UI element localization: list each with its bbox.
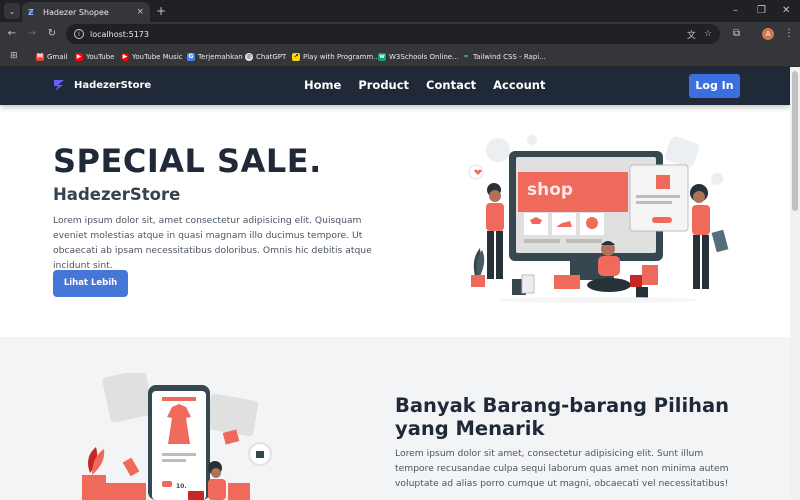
bookmark-label: Tailwind CSS - Rapi... xyxy=(473,52,546,61)
browser-menu-icon[interactable]: ⋮ xyxy=(784,27,794,41)
section-title: Banyak Barang-barang Pilihan yang Menari… xyxy=(395,394,730,440)
bookmark-star-icon[interactable]: ☆ xyxy=(704,29,712,39)
vite-favicon-icon: Ƶ xyxy=(28,7,34,17)
back-icon[interactable]: ← xyxy=(5,27,19,41)
bookmark-label: W3Schools Online... xyxy=(389,52,459,61)
bookmark-w3schools[interactable]: w W3Schools Online... xyxy=(378,51,459,62)
bookmark-terjemahkan[interactable]: G Terjemahkan xyxy=(187,51,243,62)
mobile-shopping-illustration: 10. xyxy=(82,373,272,500)
bookmark-play-programming[interactable]: ↗ Play with Programm... xyxy=(292,51,380,62)
window-close-icon[interactable]: ✕ xyxy=(782,4,790,18)
page-viewport: HadezerStore Home Product Contact Accoun… xyxy=(0,67,800,500)
bookmark-label: ChatGPT xyxy=(256,52,287,61)
featured-section: 10. Banyak Barang-barang Pilihan yang Me… xyxy=(0,337,790,500)
bookmark-youtube-music[interactable]: ▶ YouTube Music xyxy=(121,51,183,62)
bookmark-gmail[interactable]: M Gmail xyxy=(36,51,67,62)
extensions-icon[interactable]: ⧉ xyxy=(733,27,740,41)
url-text[interactable]: localhost:5173 xyxy=(90,30,679,39)
brand-name: HadezerStore xyxy=(74,79,152,91)
bookmark-youtube[interactable]: ▶ YouTube xyxy=(75,51,114,62)
translate-page-icon[interactable]: 文 xyxy=(687,28,696,41)
youtube-icon: ▶ xyxy=(75,52,83,61)
profile-avatar[interactable]: A xyxy=(762,28,774,40)
site-info-icon[interactable]: i xyxy=(74,29,84,39)
bookmark-chatgpt[interactable]: ◎ ChatGPT xyxy=(245,51,286,62)
address-bar[interactable]: i localhost:5173 文 ☆ xyxy=(66,24,720,44)
nav-contact[interactable]: Contact xyxy=(426,78,476,92)
site-logo[interactable]: HadezerStore xyxy=(52,78,151,92)
bookmarks-bar: ⊞ M Gmail ▶ YouTube ▶ YouTube Music G Te… xyxy=(0,46,800,67)
site-navbar: HadezerStore Home Product Contact Accoun… xyxy=(0,67,790,105)
screen-shop-text: shop xyxy=(527,180,573,200)
bookmark-label: Play with Programm... xyxy=(303,52,380,61)
chatgpt-icon: ◎ xyxy=(245,52,253,61)
browser-tab-strip: ⌄ Ƶ Hadezer Shopee × + – ❐ ✕ xyxy=(0,0,800,22)
forward-icon[interactable]: → xyxy=(25,27,39,41)
main-menu: Home Product Contact Account xyxy=(304,78,545,92)
section-description: Lorem ipsum dolor sit amet, consectetur … xyxy=(395,448,729,489)
hero-description: Lorem ipsum dolor sit, amet consectetur … xyxy=(53,215,372,271)
tailwind-icon: ≈ xyxy=(463,52,469,60)
youtube-music-icon: ▶ xyxy=(121,52,129,61)
nav-product[interactable]: Product xyxy=(358,78,409,92)
hero-subtitle: HadezerStore xyxy=(53,185,181,204)
apps-grid-icon[interactable]: ⊞ xyxy=(10,51,18,61)
tab-title: Hadezer Shopee xyxy=(43,7,109,17)
bookmark-label: YouTube Music xyxy=(132,52,183,61)
reload-icon[interactable]: ↻ xyxy=(45,27,59,41)
phone-price-text: 10. xyxy=(176,483,187,490)
browser-tab[interactable]: Ƶ Hadezer Shopee × xyxy=(22,2,150,22)
nav-account[interactable]: Account xyxy=(493,78,545,92)
bookmark-label: Gmail xyxy=(47,52,68,61)
restore-icon[interactable]: ❐ xyxy=(757,4,766,18)
translate-icon: G xyxy=(187,52,195,61)
tab-search-chevron-icon[interactable]: ⌄ xyxy=(4,3,20,19)
bookmark-label: YouTube xyxy=(86,52,115,61)
login-button[interactable]: Log In xyxy=(689,74,740,98)
see-more-button[interactable]: Lihat Lebih xyxy=(53,270,128,297)
bookmark-label: Terjemahkan xyxy=(198,52,243,61)
gmail-icon: M xyxy=(36,52,44,61)
store-logo-icon xyxy=(54,80,64,91)
new-tab-button[interactable]: + xyxy=(156,4,166,18)
shopping-illustration: shop xyxy=(468,135,729,303)
bookmark-tailwind[interactable]: ≈ Tailwind CSS - Rapi... xyxy=(462,51,546,62)
w3schools-icon: w xyxy=(378,52,386,61)
tab-close-icon[interactable]: × xyxy=(136,7,144,17)
minimize-icon[interactable]: – xyxy=(733,4,738,18)
nav-home[interactable]: Home xyxy=(304,78,341,92)
scrollbar-thumb[interactable] xyxy=(792,71,798,211)
page-scrollbar[interactable] xyxy=(790,67,800,500)
play-icon: ↗ xyxy=(292,52,300,61)
hero-title: SPECIAL SALE. xyxy=(53,142,322,180)
browser-toolbar: ← → ↻ i localhost:5173 文 ☆ ⧉ ⋮ xyxy=(0,22,800,46)
